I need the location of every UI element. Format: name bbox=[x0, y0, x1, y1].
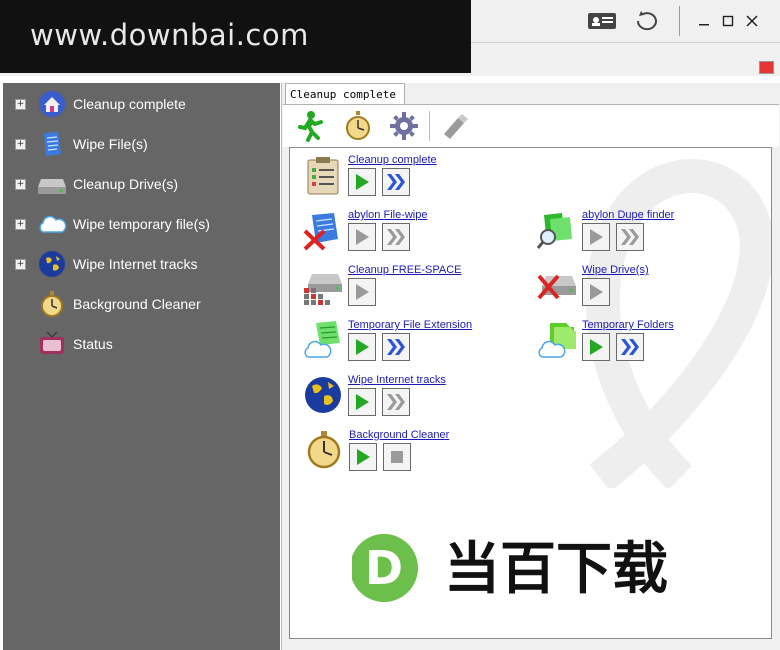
temp-folders-icon bbox=[538, 323, 576, 358]
play-button[interactable] bbox=[348, 333, 376, 361]
task-link[interactable]: Wipe Internet tracks bbox=[348, 374, 446, 386]
close-icon[interactable] bbox=[740, 8, 764, 34]
globe-icon bbox=[305, 377, 341, 413]
sidebar-item-label: Status bbox=[73, 336, 113, 352]
document-icon bbox=[37, 129, 67, 159]
task-link[interactable]: Temporary File Extension bbox=[348, 319, 472, 331]
double-arrow-button[interactable] bbox=[382, 168, 410, 196]
task-link[interactable]: Cleanup complete bbox=[348, 154, 437, 166]
play-button[interactable] bbox=[582, 223, 610, 251]
sidebar-item-label: Wipe Internet tracks bbox=[73, 256, 198, 272]
sidebar-item-status[interactable]: Status bbox=[3, 326, 280, 362]
sidebar-item-cleanup-complete[interactable]: + Cleanup complete bbox=[3, 86, 280, 122]
tab-cleanup-complete[interactable]: Cleanup complete bbox=[285, 83, 405, 105]
house-icon bbox=[37, 89, 67, 119]
expand-icon[interactable]: + bbox=[15, 258, 26, 270]
expand-icon[interactable]: + bbox=[15, 98, 26, 110]
free-space-icon bbox=[304, 274, 342, 305]
maximize-icon[interactable] bbox=[716, 8, 740, 34]
sidebar: + Cleanup complete + Wipe File(s) + Clea… bbox=[3, 83, 280, 650]
gear-icon[interactable] bbox=[387, 109, 421, 143]
expand-icon[interactable]: + bbox=[15, 178, 26, 190]
task-link[interactable]: abylon File-wipe bbox=[348, 209, 427, 221]
task-link[interactable]: abylon Dupe finder bbox=[582, 209, 674, 221]
task-link[interactable]: Wipe Drive(s) bbox=[582, 264, 649, 276]
task-link[interactable]: Background Cleaner bbox=[349, 429, 449, 441]
task-link[interactable]: Temporary Folders bbox=[582, 319, 674, 331]
sidebar-item-wipe-temporary-files[interactable]: + Wipe temporary file(s) bbox=[3, 206, 280, 242]
sidebar-item-wipe-internet-tracks[interactable]: + Wipe Internet tracks bbox=[3, 246, 280, 282]
sidebar-item-label: Background Cleaner bbox=[73, 296, 201, 312]
dangbai-logo-icon: D 当百下载 bbox=[352, 534, 668, 602]
stop-button[interactable] bbox=[383, 443, 411, 471]
sidebar-item-label: Cleanup complete bbox=[73, 96, 186, 112]
tab-panel: Cleanup complete Cleanup complete abylon… bbox=[281, 83, 780, 650]
sidebar-item-label: Wipe temporary file(s) bbox=[73, 216, 210, 232]
sidebar-item-label: Wipe File(s) bbox=[73, 136, 148, 152]
dupe-finder-icon bbox=[536, 213, 572, 249]
running-man-icon[interactable] bbox=[293, 109, 327, 143]
clipboard-icon bbox=[307, 157, 339, 195]
play-button[interactable] bbox=[582, 333, 610, 361]
temp-extension-icon bbox=[304, 321, 340, 358]
stopwatch-icon bbox=[307, 431, 341, 469]
minimize-icon[interactable] bbox=[692, 8, 716, 34]
contact-card-icon[interactable] bbox=[586, 8, 618, 34]
task-list: Cleanup complete abylon File-wipe abylon… bbox=[289, 147, 772, 639]
red-indicator-button[interactable] bbox=[759, 61, 774, 74]
usb-stick-icon[interactable] bbox=[437, 109, 471, 143]
task-link[interactable]: Cleanup FREE-SPACE bbox=[348, 264, 462, 276]
logo-letter: D bbox=[365, 541, 403, 595]
title-separator bbox=[679, 6, 680, 36]
stopwatch-icon bbox=[37, 289, 67, 319]
globe-icon bbox=[37, 249, 67, 279]
sidebar-item-cleanup-drives[interactable]: + Cleanup Drive(s) bbox=[3, 166, 280, 202]
play-button[interactable] bbox=[348, 388, 376, 416]
drive-icon bbox=[37, 169, 67, 199]
play-button[interactable] bbox=[348, 278, 376, 306]
sidebar-item-wipe-files[interactable]: + Wipe File(s) bbox=[3, 126, 280, 162]
file-wipe-icon bbox=[303, 213, 338, 251]
double-arrow-button[interactable] bbox=[616, 223, 644, 251]
monitor-icon bbox=[37, 329, 67, 359]
expand-icon[interactable]: + bbox=[15, 218, 26, 230]
double-arrow-button[interactable] bbox=[382, 333, 410, 361]
play-button[interactable] bbox=[349, 443, 377, 471]
toolbar-separator bbox=[429, 111, 430, 141]
refresh-icon[interactable] bbox=[631, 8, 663, 34]
double-arrow-button[interactable] bbox=[616, 333, 644, 361]
play-button[interactable] bbox=[348, 223, 376, 251]
sidebar-item-background-cleaner[interactable]: Background Cleaner bbox=[3, 286, 280, 322]
double-arrow-button[interactable] bbox=[382, 388, 410, 416]
play-button[interactable] bbox=[348, 168, 376, 196]
sidebar-item-label: Cleanup Drive(s) bbox=[73, 176, 179, 192]
expand-icon[interactable]: + bbox=[15, 138, 26, 150]
logo-text: 当百下载 bbox=[444, 537, 668, 602]
toolbar bbox=[283, 104, 779, 147]
ribbon-watermark-icon bbox=[585, 159, 771, 488]
stopwatch-icon[interactable] bbox=[341, 109, 375, 143]
play-button[interactable] bbox=[582, 278, 610, 306]
wipe-drive-icon bbox=[537, 274, 576, 300]
watermark-banner: www.downbai.com bbox=[0, 0, 471, 73]
cloud-icon bbox=[37, 209, 67, 239]
double-arrow-button[interactable] bbox=[382, 223, 410, 251]
